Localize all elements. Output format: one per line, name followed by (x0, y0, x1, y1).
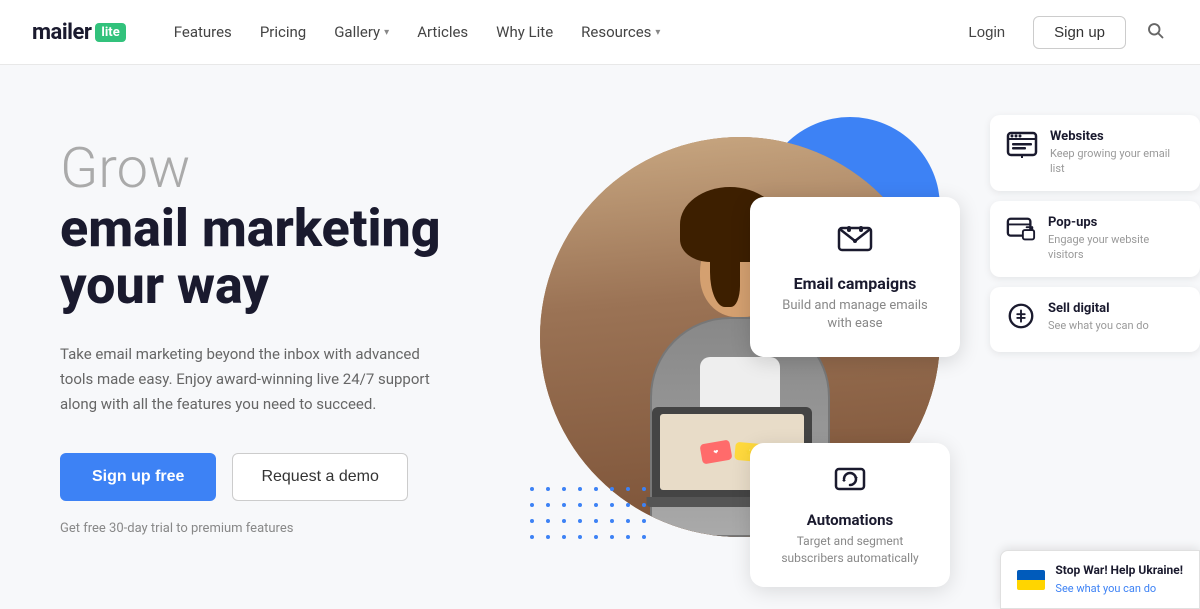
ukraine-link[interactable]: See what you can do (1055, 582, 1156, 595)
signup-button[interactable]: Sign up (1033, 16, 1126, 49)
dot (546, 503, 550, 507)
dot (562, 535, 566, 539)
sidebar-feature-cards: Websites Keep growing your email list Po… (990, 115, 1200, 352)
dot (578, 503, 582, 507)
dot (546, 519, 550, 523)
automations-card: Automations Target and segment subscribe… (750, 443, 950, 587)
dot (610, 487, 614, 491)
chevron-down-icon-resources: ▾ (655, 27, 660, 38)
hero-buttons: Sign up free Request a demo (60, 453, 480, 501)
nav-features[interactable]: Features (174, 23, 232, 41)
websites-desc: Keep growing your email list (1050, 146, 1184, 177)
dot (578, 519, 582, 523)
dot (578, 535, 582, 539)
sell-digital-desc: See what you can do (1048, 318, 1149, 333)
hero-left: Grow email marketing your way Take email… (60, 138, 480, 535)
hero-title: email marketing your way (60, 200, 480, 314)
dot (530, 503, 534, 507)
automations-desc: Target and segment subscribers automatic… (768, 533, 932, 567)
dot (562, 487, 566, 491)
websites-icon (1006, 129, 1038, 168)
dot (626, 503, 630, 507)
ukraine-banner-title: Stop War! Help Ukraine! (1055, 563, 1183, 577)
dot (626, 487, 630, 491)
dot (594, 519, 598, 523)
dot (578, 487, 582, 491)
dot (562, 519, 566, 523)
dot (562, 503, 566, 507)
email-campaigns-desc: Build and manage emails with ease (770, 297, 940, 333)
hero-center-image: ❤ ⭐ // Will be populated via JS below (510, 77, 970, 597)
hero-section: Grow email marketing your way Take email… (0, 65, 1200, 609)
hero-grow-text: Grow (60, 138, 480, 200)
dot (594, 487, 598, 491)
hero-description: Take email marketing beyond the inbox wi… (60, 342, 440, 416)
email-campaigns-icon (770, 221, 940, 266)
sell-digital-icon (1006, 301, 1036, 338)
dot (610, 519, 614, 523)
request-demo-button[interactable]: Request a demo (232, 453, 407, 501)
nav-gallery[interactable]: Gallery ▾ (334, 23, 389, 41)
dot (546, 487, 550, 491)
dot (546, 535, 550, 539)
login-button[interactable]: Login (956, 18, 1017, 47)
search-button[interactable] (1142, 17, 1168, 48)
popups-desc: Engage your website visitors (1048, 232, 1184, 263)
dot (642, 535, 646, 539)
popups-icon (1006, 215, 1036, 252)
flag-blue-stripe (1017, 570, 1045, 580)
dot (642, 487, 646, 491)
chevron-down-icon: ▾ (384, 27, 389, 38)
logo[interactable]: mailer lite (32, 20, 126, 45)
dot (610, 535, 614, 539)
dot (530, 487, 534, 491)
sell-digital-title: Sell digital (1048, 301, 1149, 316)
sell-digital-card: Sell digital See what you can do (990, 287, 1200, 352)
logo-text: mailer (32, 20, 91, 45)
nav-right: Login Sign up (956, 16, 1168, 49)
search-icon (1146, 21, 1164, 39)
nav-links: Features Pricing Gallery ▾ Articles Why … (174, 23, 957, 41)
dot (610, 503, 614, 507)
automations-title: Automations (768, 511, 932, 529)
dot (642, 519, 646, 523)
navbar: mailer lite Features Pricing Gallery ▾ A… (0, 0, 1200, 65)
email-campaigns-card: Email campaigns Build and manage emails … (750, 197, 960, 357)
dot (642, 503, 646, 507)
popups-card: Pop-ups Engage your website visitors (990, 201, 1200, 277)
nav-pricing[interactable]: Pricing (260, 23, 306, 41)
nav-why-lite[interactable]: Why Lite (496, 23, 553, 41)
popups-title: Pop-ups (1048, 215, 1184, 230)
ukraine-banner: Stop War! Help Ukraine! See what you can… (1000, 550, 1200, 609)
logo-badge: lite (95, 23, 125, 42)
email-campaigns-title: Email campaigns (770, 274, 940, 293)
dot (594, 503, 598, 507)
websites-title: Websites (1050, 129, 1184, 144)
nav-resources[interactable]: Resources ▾ (581, 23, 660, 41)
automations-icon (768, 463, 932, 503)
dot (530, 535, 534, 539)
ukraine-flag (1017, 570, 1045, 590)
dots-decoration: // Will be populated via JS below (530, 487, 654, 547)
dot (626, 535, 630, 539)
flag-yellow-stripe (1017, 580, 1045, 590)
hero-trial-text: Get free 30-day trial to premium feature… (60, 521, 480, 536)
dot (626, 519, 630, 523)
nav-articles[interactable]: Articles (417, 23, 468, 41)
websites-card: Websites Keep growing your email list (990, 115, 1200, 191)
dot (530, 519, 534, 523)
dot (594, 535, 598, 539)
signup-free-button[interactable]: Sign up free (60, 453, 216, 501)
